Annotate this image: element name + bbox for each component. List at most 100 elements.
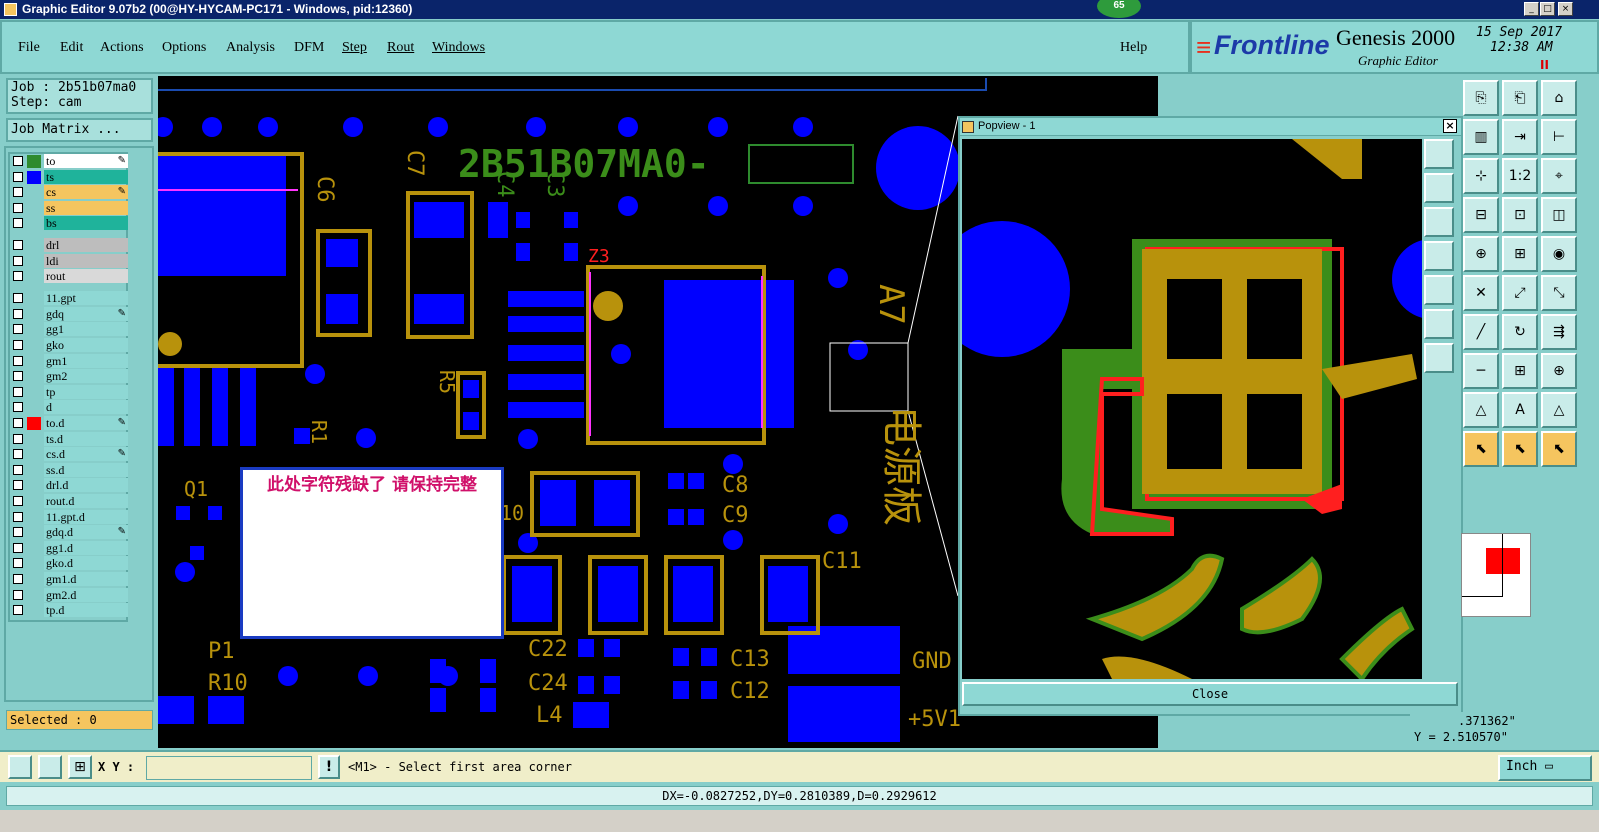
popview-tool-icon[interactable] [1424,309,1454,339]
layer-row-ss.d[interactable]: ss.d [10,462,128,477]
popview-tool-icon[interactable] [1424,343,1454,373]
popview-canvas[interactable] [962,139,1422,679]
menu-windows[interactable]: Windows [432,40,485,56]
layer-row-gm2[interactable]: gm2 [10,369,128,384]
xy-input[interactable] [146,756,312,780]
tool-button-icon[interactable]: 1:2 [1502,158,1538,194]
layer-row-drl.d[interactable]: drl.d [10,478,128,493]
tool-button-icon[interactable]: ⇶ [1541,314,1577,350]
menu-options[interactable]: Options [162,40,206,56]
tool-button-icon[interactable]: ⬉ [1463,431,1499,467]
tool-button-icon[interactable]: ─ [1463,353,1499,389]
menu-rout[interactable]: Rout [387,40,414,56]
popview-tool-icon[interactable] [1424,275,1454,305]
tool-button-icon[interactable]: ◉ [1541,236,1577,272]
tool-button-icon[interactable]: ↻ [1502,314,1538,350]
tool-button-icon[interactable]: ⤡ [1541,275,1577,311]
menu-file[interactable]: File [18,40,40,56]
layer-checkbox[interactable] [13,371,23,382]
layer-checkbox[interactable] [13,402,23,413]
menu-edit[interactable]: Edit [60,40,83,56]
layer-row-bs[interactable]: bs [10,216,128,231]
tool-button-icon[interactable]: ⤢ [1502,275,1538,311]
tool-button-icon[interactable]: ⊕ [1541,353,1577,389]
layer-checkbox[interactable] [13,308,23,319]
tool-button-icon[interactable]: ⊞ [1502,236,1538,272]
layer-row-cs.d[interactable]: cs.d ✎ [10,447,128,462]
layer-row-tp[interactable]: tp [10,384,128,399]
layer-row-gm1[interactable]: gm1 [10,353,128,368]
popview-tool-icon[interactable] [1424,139,1454,169]
units-selector[interactable]: Inch ▭ [1498,755,1592,781]
layer-checkbox[interactable] [13,449,23,460]
tool-button-icon[interactable]: ⊟ [1463,197,1499,233]
tool-button-icon[interactable]: ⊹ [1463,158,1499,194]
popview-tool-icon[interactable] [1424,241,1454,271]
tool-button-icon[interactable]: ⎗ [1502,80,1538,116]
popview-tool-icon[interactable] [1424,207,1454,237]
layer-row-drl[interactable]: drl [10,238,128,253]
tool-button-icon[interactable]: A [1502,392,1538,428]
grid-icon[interactable]: ⊞ [68,755,92,779]
tool-button-icon[interactable]: ⇥ [1502,119,1538,155]
menu-help[interactable]: Help [1120,40,1147,56]
tool-button-icon[interactable]: ⊕ [1463,236,1499,272]
layer-checkbox[interactable] [13,496,23,507]
layer-row-rout.d[interactable]: rout.d [10,494,128,509]
layer-checkbox[interactable] [13,340,23,351]
maximize-button[interactable]: □ [1540,2,1555,16]
layer-checkbox[interactable] [13,171,23,182]
layer-checkbox[interactable] [13,156,23,166]
menu-step[interactable]: Step [342,40,367,56]
menu-actions[interactable]: Actions [100,40,144,56]
layer-row-gg1.d[interactable]: gg1.d [10,540,128,555]
layer-row-gdq.d[interactable]: gdq.d ✎ [10,525,128,540]
layer-row-ss[interactable]: ss [10,200,128,215]
minimize-button[interactable]: _ [1524,2,1539,16]
layer-row-ts.d[interactable]: ts.d [10,431,128,446]
job-matrix-button[interactable]: Job Matrix ... [6,118,153,142]
layer-checkbox[interactable] [13,464,23,475]
layer-checkbox[interactable] [13,271,23,282]
layer-checkbox[interactable] [13,605,23,616]
layer-row-gko[interactable]: gko [10,338,128,353]
tool-button-icon[interactable]: ⊡ [1502,197,1538,233]
layer-checkbox[interactable] [13,218,23,229]
layer-checkbox[interactable] [13,255,23,266]
layer-checkbox[interactable] [13,202,23,213]
layer-checkbox[interactable] [13,433,23,444]
tool-button-icon[interactable]: △ [1463,392,1499,428]
tool-button-icon[interactable]: ⬉ [1541,431,1577,467]
layer-row-to.d[interactable]: to.d ✎ [10,416,128,431]
popview-close-button[interactable]: Close [962,682,1458,706]
layer-checkbox[interactable] [13,542,23,553]
layer-row-gg1[interactable]: gg1 [10,322,128,337]
layer-row-d[interactable]: d [10,400,128,415]
menu-analysis[interactable]: Analysis [226,40,275,56]
layer-checkbox[interactable] [13,293,23,304]
tool-button-icon[interactable]: ⊢ [1541,119,1577,155]
layer-checkbox[interactable] [13,589,23,600]
layer-checkbox[interactable] [13,355,23,366]
measure-icon[interactable] [38,755,62,779]
layer-row-rout[interactable]: rout [10,269,128,284]
tool-button-icon[interactable]: ╱ [1463,314,1499,350]
layer-checkbox[interactable] [13,574,23,585]
tool-button-icon[interactable]: ⌂ [1541,80,1577,116]
tool-button-icon[interactable]: ⎘ [1463,80,1499,116]
layer-row-ldi[interactable]: ldi [10,253,128,268]
tool-button-icon[interactable]: ⌖ [1541,158,1577,194]
tool-button-icon[interactable]: ✕ [1463,275,1499,311]
snap-icon[interactable] [8,755,32,779]
close-window-button[interactable]: × [1558,2,1573,16]
tool-button-icon[interactable]: ⬉ [1502,431,1538,467]
layer-row-gdq[interactable]: gdq ✎ [10,306,128,321]
layer-checkbox[interactable] [13,558,23,569]
layer-checkbox[interactable] [13,418,23,429]
popview-close-icon[interactable]: × [1443,119,1457,133]
layer-row-gm2.d[interactable]: gm2.d [10,587,128,602]
tool-button-icon[interactable]: ◫ [1541,197,1577,233]
layer-row-tp.d[interactable]: tp.d [10,603,128,618]
layer-checkbox[interactable] [13,324,23,335]
popview-tool-icon[interactable] [1424,173,1454,203]
